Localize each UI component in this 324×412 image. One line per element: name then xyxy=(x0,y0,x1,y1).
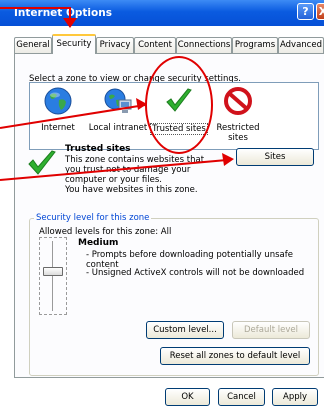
annotation-arrowhead xyxy=(63,18,77,28)
annotation-arrows xyxy=(0,7,234,181)
annotation-arrow xyxy=(0,104,146,129)
annotation-arrow xyxy=(0,7,71,22)
annotation-arrowhead xyxy=(222,153,234,166)
annotation-arrow xyxy=(0,159,228,181)
annotation-arrowhead xyxy=(136,98,147,110)
